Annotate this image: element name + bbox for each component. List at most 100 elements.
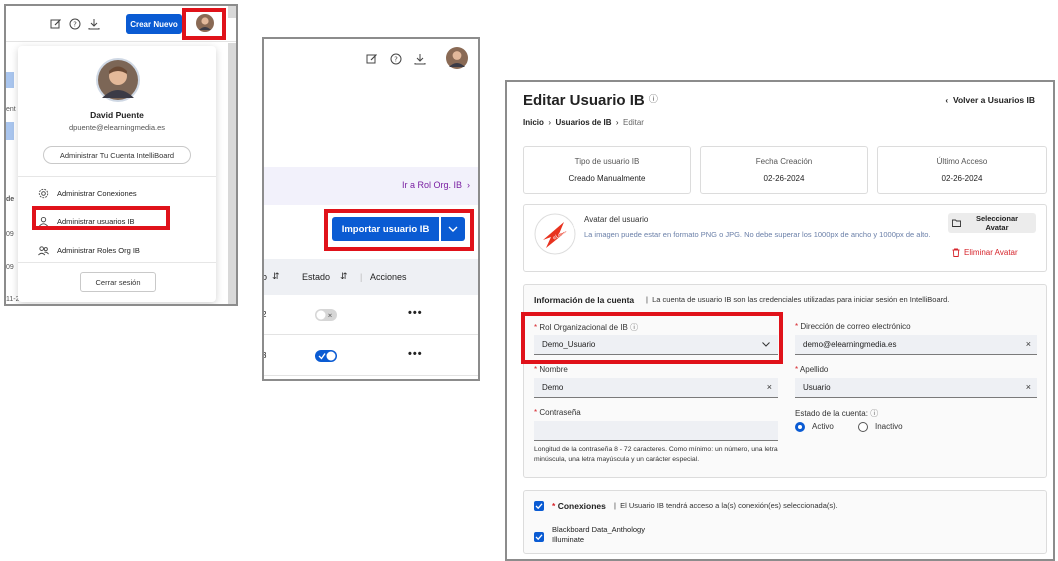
breadcrumb: Inicio › Usuarios de IB › Editar (523, 118, 644, 127)
table-row: 3 ••• (264, 336, 478, 376)
gear-icon (38, 188, 49, 198)
chevron-down-icon (448, 226, 458, 232)
avatar[interactable] (446, 47, 468, 69)
org-role-link[interactable]: Ir a Rol Org. IB › (402, 180, 470, 190)
avatar-hint: La imagen puede estar en formato PNG o J… (584, 230, 931, 239)
users-list-panel: ? Ir a Rol Org. IB › Importar usuario IB… (262, 37, 480, 381)
radio-label: Inactivo (875, 422, 903, 431)
scrollbar[interactable] (228, 43, 236, 304)
info-icon[interactable]: ⓘ (649, 94, 658, 104)
select-avatar-button[interactable]: Seleccionar Avatar (948, 213, 1036, 233)
status-active-radio[interactable] (795, 422, 805, 432)
user-menu-panel: ? Crear Nuevo ent de 09 09 11-22 David P… (4, 4, 238, 306)
account-info-section: Información de la cuenta | La cuenta de … (523, 284, 1047, 478)
menu-item-label: Administrar Roles Org IB (57, 245, 140, 255)
info-card-creation-date: Fecha Creación 02-26-2024 (700, 146, 868, 194)
background-text: ent (6, 106, 16, 113)
page-title: Editar Usuario IB ⓘ (523, 92, 658, 109)
top-bar: ? Crear Nuevo (6, 6, 236, 42)
field-label: * Apellido (795, 365, 829, 374)
avatar-large (96, 58, 140, 102)
download-icon[interactable] (88, 18, 100, 30)
create-new-button[interactable]: Crear Nuevo (126, 14, 182, 34)
clear-icon[interactable]: × (1026, 339, 1031, 349)
user-email: dpuente@elearningmedia.es (68, 123, 165, 132)
connections-checkbox[interactable] (534, 501, 544, 511)
status-toggle[interactable]: ✕ (315, 309, 337, 321)
edit-user-panel: Editar Usuario IB ⓘ ‹ Volver a Usuarios … (505, 80, 1055, 561)
user-avatar-image: eLearning (534, 213, 576, 255)
menu-item-manage-connections[interactable]: Administrar Conexiones (38, 185, 137, 201)
info-icon[interactable]: ⓘ (870, 409, 878, 418)
field-label: * Dirección de correo electrónico (795, 322, 911, 331)
password-field[interactable] (534, 421, 778, 441)
breadcrumb-current: Editar (623, 118, 644, 127)
menu-item-label: Administrar Conexiones (57, 188, 137, 198)
connections-section: * Conexiones | El Usuario IB tendrá acce… (523, 490, 1047, 554)
status-toggle[interactable] (315, 350, 337, 362)
connection-item-label: Blackboard Data_Anthology Illuminate (552, 525, 645, 544)
import-user-button[interactable]: Importar usuario IB (332, 217, 439, 241)
email-field[interactable]: demo@elearningmedia.es × (795, 335, 1037, 355)
edit-icon[interactable] (50, 18, 62, 30)
info-card-user-type: Tipo de usuario IB Creado Manualmente (523, 146, 691, 194)
trash-icon (952, 248, 960, 257)
radio-label: Activo (812, 422, 834, 431)
chevron-down-icon (762, 342, 770, 347)
field-label: * Contraseña (534, 408, 581, 417)
first-name-field[interactable]: Demo × (534, 378, 778, 398)
avatar[interactable] (196, 14, 214, 32)
section-description: | La cuenta de usuario IB son las creden… (646, 295, 950, 304)
field-label: Estado de la cuenta: ⓘ (795, 409, 879, 418)
info-card-last-access: Último Acceso 02-26-2024 (877, 146, 1047, 194)
menu-item-manage-users[interactable]: Administrar usuarios IB (38, 213, 135, 229)
section-title: * Conexiones (552, 501, 606, 511)
svg-text:?: ? (73, 21, 77, 29)
menu-item-label: Administrar usuarios IB (57, 216, 135, 226)
user-name: David Puente (90, 110, 144, 120)
svg-text:?: ? (394, 56, 398, 64)
column-header-acciones: Acciones (370, 272, 407, 282)
help-icon[interactable]: ? (390, 53, 402, 65)
clear-icon[interactable]: × (1026, 382, 1031, 392)
import-options-button[interactable] (441, 217, 465, 241)
section-description: | El Usuario IB tendrá acceso a la(s) co… (614, 501, 838, 510)
user-icon (39, 216, 48, 226)
row-actions-button[interactable]: ••• (408, 348, 423, 360)
status-inactive-radio[interactable] (858, 422, 868, 432)
column-header-estado: Estado (302, 272, 331, 282)
menu-item-manage-org-roles[interactable]: Administrar Roles Org IB (38, 242, 140, 258)
clear-icon[interactable]: × (767, 382, 772, 392)
row-actions-button[interactable]: ••• (408, 307, 423, 319)
avatar-label: Avatar del usuario (584, 215, 649, 224)
password-hint: Longitud de la contraseña 8 - 72 caracte… (534, 446, 778, 463)
logout-button[interactable]: Cerrar sesión (80, 272, 156, 292)
section-title: Información de la cuenta (534, 295, 635, 305)
connection-checkbox[interactable] (534, 532, 544, 542)
back-link[interactable]: ‹ Volver a Usuarios IB (945, 95, 1035, 105)
avatar-section: eLearning Avatar del usuario La imagen p… (523, 204, 1047, 272)
folder-icon (952, 219, 961, 227)
last-name-field[interactable]: Usuario × (795, 378, 1037, 398)
user-dropdown: David Puente dpuente@elearningmedia.es A… (18, 46, 216, 302)
download-icon[interactable] (414, 53, 426, 65)
help-icon[interactable]: ? (69, 18, 81, 30)
background-text: 09 (6, 231, 14, 238)
sort-icon[interactable]: ⇵ (340, 271, 348, 282)
background-text: de (6, 196, 15, 203)
breadcrumb-home[interactable]: Inicio (523, 118, 544, 127)
svg-text:✕: ✕ (327, 313, 332, 320)
table-row: 2 ✕ ••• (264, 295, 478, 335)
breadcrumb-users[interactable]: Usuarios de IB (555, 118, 611, 127)
info-icon[interactable]: ⓘ (630, 323, 638, 332)
field-label: * Rol Organizacional de IB ⓘ (534, 323, 639, 332)
edit-icon[interactable] (366, 53, 378, 65)
field-label: * Nombre (534, 365, 568, 374)
manage-account-button[interactable]: Administrar Tu Cuenta IntelliBoard (43, 146, 191, 164)
org-role-select[interactable]: Demo_Usuario (534, 335, 778, 355)
users-icon (38, 245, 49, 255)
sort-icon[interactable]: ⇵ (272, 271, 280, 282)
column-header: o (262, 272, 268, 282)
background-text: 09 (6, 264, 14, 271)
delete-avatar-button[interactable]: Eliminar Avatar (952, 248, 1018, 257)
